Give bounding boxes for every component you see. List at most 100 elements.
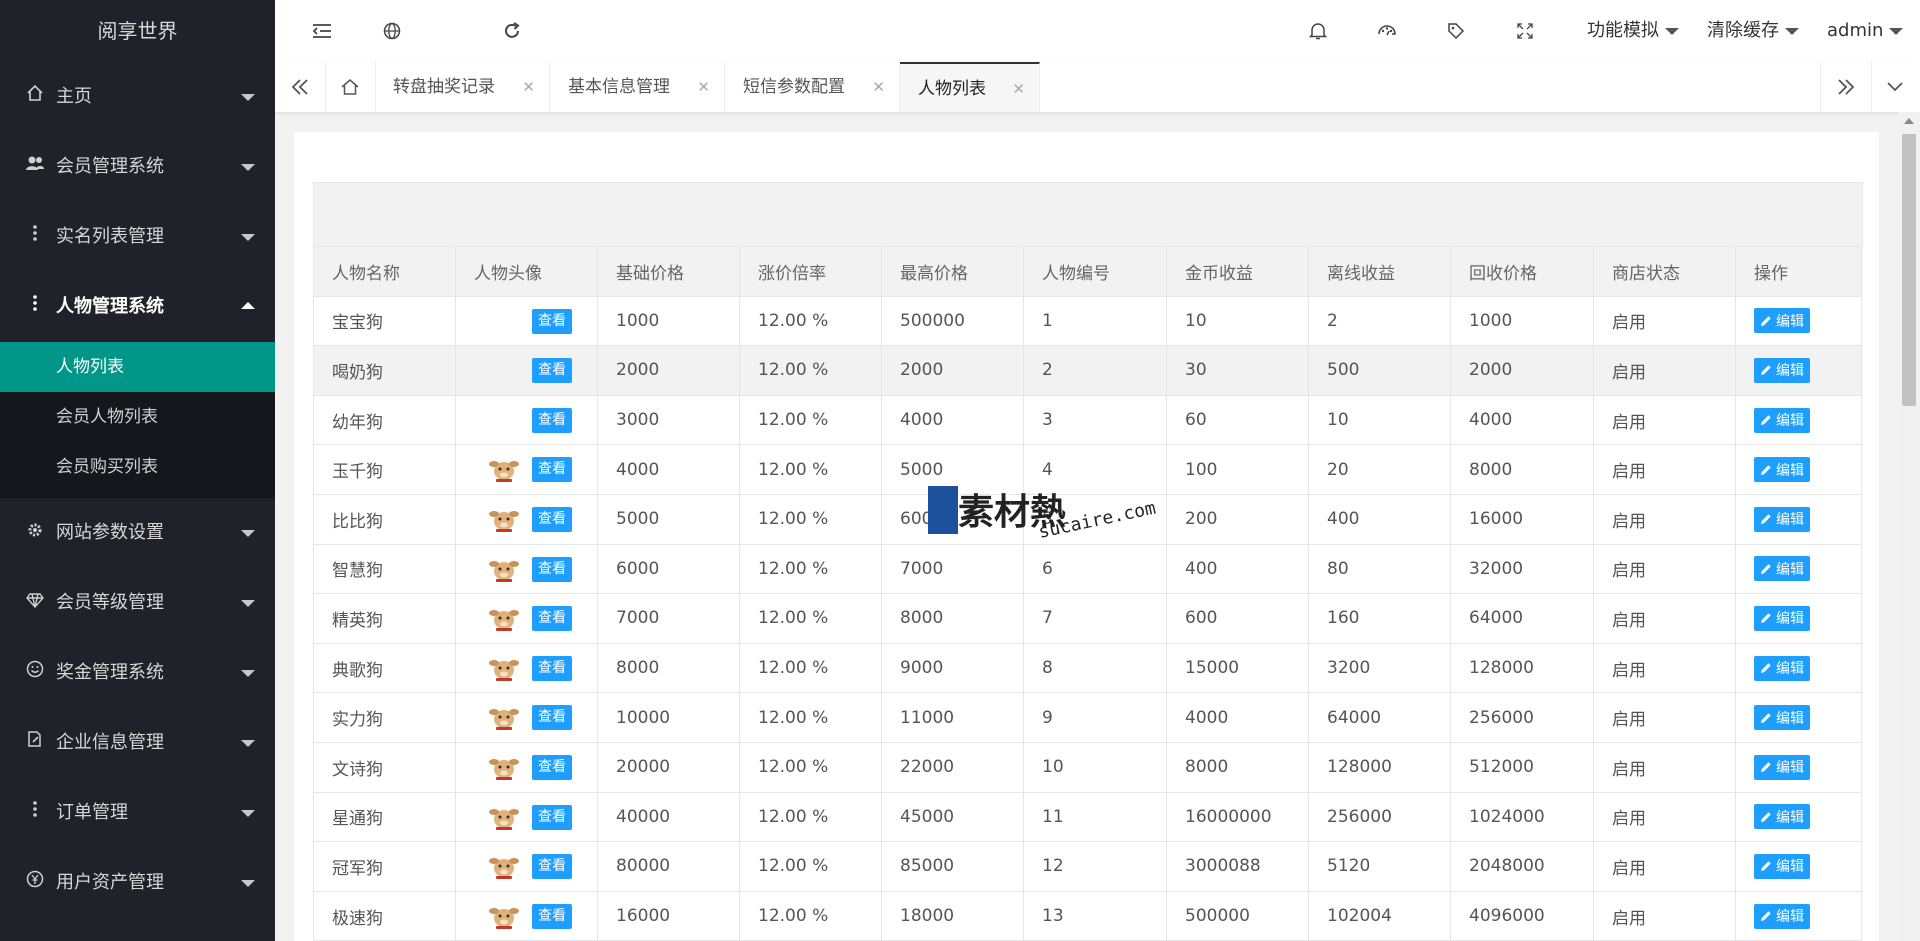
app-logo-title[interactable]: 阅享世界 <box>0 0 275 62</box>
close-icon[interactable]: ✕ <box>697 62 710 112</box>
column-header[interactable]: 回收价格 <box>1450 246 1594 297</box>
globe-icon[interactable] <box>379 18 405 44</box>
edit-button[interactable]: 编辑 <box>1754 853 1810 879</box>
tab-character-list[interactable]: 人物列表 ✕ <box>900 62 1040 112</box>
tab-basic-info[interactable]: 基本信息管理 ✕ <box>550 62 725 112</box>
edit-button[interactable]: 编辑 <box>1754 308 1810 334</box>
table-row[interactable]: 精英狗 查看 7000 12.00 % 8000 7 600 160 64000 启用 编辑 <box>313 593 1862 644</box>
table-cell-max: 8000 <box>881 593 1024 644</box>
view-avatar-button[interactable]: 查看 <box>532 705 572 731</box>
view-avatar-button[interactable]: 查看 <box>532 308 572 334</box>
sidebar-subitem-member-character-list[interactable]: 会员人物列表 <box>0 392 275 442</box>
table-cell-name: 实力狗 <box>313 692 456 743</box>
edit-button[interactable]: 编辑 <box>1754 655 1810 681</box>
tabs-menu-chevron-down-icon[interactable] <box>1870 62 1920 112</box>
column-header[interactable]: 最高价格 <box>881 246 1024 297</box>
column-header[interactable]: 离线收益 <box>1308 246 1451 297</box>
column-header[interactable]: 金币收益 <box>1166 246 1309 297</box>
column-header[interactable]: 操作 <box>1735 246 1862 297</box>
sidebar-item-orders[interactable]: 订单管理 <box>0 778 275 848</box>
sidebar-subitem-character-list[interactable]: 人物列表 <box>0 342 275 392</box>
table-row[interactable]: 智慧狗 查看 6000 12.00 % 7000 6 400 80 32000 启用 编辑 <box>313 543 1862 595</box>
close-icon[interactable]: ✕ <box>1012 64 1025 114</box>
scroll-up-arrow-icon[interactable] <box>1904 118 1914 124</box>
view-avatar-button[interactable]: 查看 <box>532 358 572 384</box>
table-cell-no: 6 <box>1023 543 1167 595</box>
close-icon[interactable]: ✕ <box>872 62 885 112</box>
column-header[interactable]: 人物编号 <box>1023 246 1167 297</box>
view-avatar-button[interactable]: 查看 <box>532 804 572 830</box>
table-cell-name: 玉千狗 <box>313 444 456 495</box>
sidebar-item-company-info[interactable]: 企业信息管理 <box>0 708 275 778</box>
table-row[interactable]: 文诗狗 查看 20000 12.00 % 22000 10 8000 128000 512000… <box>313 741 1862 793</box>
view-avatar-button[interactable]: 查看 <box>532 407 572 433</box>
tab-lottery-records[interactable]: 转盘抽奖记录 ✕ <box>375 62 550 112</box>
bell-icon[interactable] <box>1305 18 1331 44</box>
table-row[interactable]: 幼年狗 查看 3000 12.00 % 4000 3 60 10 4000 启用 编辑 <box>313 394 1862 446</box>
view-avatar-button[interactable]: 查看 <box>532 903 572 929</box>
sidebar-item-home[interactable]: 主页 <box>0 62 275 132</box>
table-row[interactable]: 喝奶狗 查看 2000 12.00 % 2000 2 30 500 2000 启用 编辑 <box>313 345 1862 396</box>
table-row[interactable]: 典歌狗 查看 8000 12.00 % 9000 8 15000 3200 128000 启用 编辑 <box>313 642 1862 694</box>
tabs-scroll-right-icon[interactable] <box>1820 62 1872 112</box>
character-avatar-image <box>489 808 519 830</box>
view-avatar-button[interactable]: 查看 <box>532 854 572 880</box>
clear-cache-menu[interactable]: 清除缓存 <box>1707 0 1799 62</box>
table-cell-status: 启用 <box>1593 692 1736 743</box>
edit-button[interactable]: 编辑 <box>1754 556 1810 582</box>
view-avatar-button[interactable]: 查看 <box>532 506 572 532</box>
table-row[interactable]: 实力狗 查看 10000 12.00 % 11000 9 4000 64000 256000 启用… <box>313 692 1862 743</box>
theme-palette-icon[interactable] <box>1374 18 1400 44</box>
scroll-thumb[interactable] <box>1902 134 1916 406</box>
tab-home-icon[interactable] <box>325 62 376 112</box>
column-header[interactable]: 商店状态 <box>1593 246 1736 297</box>
sidebar-item-character-system[interactable]: 人物管理系统 <box>0 272 275 342</box>
edit-button[interactable]: 编辑 <box>1754 754 1810 780</box>
column-header[interactable]: 人物头像 <box>455 246 598 297</box>
table-row[interactable]: 比比狗 查看 5000 12.00 % 6000 5 200 400 16000 启用 编辑 <box>313 493 1862 545</box>
sidebar-item-site-settings[interactable]: 网站参数设置 <box>0 498 275 568</box>
user-menu[interactable]: admin <box>1827 0 1904 62</box>
tab-sms-config[interactable]: 短信参数配置 ✕ <box>725 62 900 112</box>
view-avatar-button[interactable]: 查看 <box>532 655 572 681</box>
tabs-scroll-left-icon[interactable] <box>275 62 326 112</box>
table-row[interactable]: 星通狗 查看 40000 12.00 % 45000 11 16000000 256000 10… <box>313 791 1862 843</box>
edit-button[interactable]: 编辑 <box>1754 506 1810 532</box>
edit-button[interactable]: 编辑 <box>1754 457 1810 483</box>
sidebar-item-realname-list[interactable]: 实名列表管理 <box>0 202 275 272</box>
edit-button[interactable]: 编辑 <box>1754 804 1810 830</box>
sidebar-item-bonus-system[interactable]: 奖金管理系统 <box>0 638 275 708</box>
table-row[interactable]: 宝宝狗 查看 1000 12.00 % 500000 1 10 2 1000 启用 编辑 <box>313 295 1862 347</box>
tag-icon[interactable] <box>1443 18 1469 44</box>
fullscreen-icon[interactable] <box>1512 18 1538 44</box>
column-header[interactable]: 人物名称 <box>313 246 456 297</box>
close-icon[interactable]: ✕ <box>522 62 535 112</box>
sidebar-subitem-member-purchase-list[interactable]: 会员购买列表 <box>0 442 275 492</box>
view-avatar-button[interactable]: 查看 <box>532 457 572 483</box>
table-row[interactable]: 冠军狗 查看 80000 12.00 % 85000 12 3000088 5120 20480… <box>313 841 1862 892</box>
table-cell-no: 11 <box>1023 791 1167 843</box>
function-simulate-menu[interactable]: 功能模拟 <box>1587 0 1679 62</box>
menu-collapse-icon[interactable] <box>309 18 335 44</box>
view-avatar-button[interactable]: 查看 <box>532 606 572 632</box>
table-cell-name: 精英狗 <box>313 593 456 644</box>
column-header[interactable]: 涨价倍率 <box>739 246 882 297</box>
table-cell-max: 85000 <box>881 841 1024 892</box>
edit-button[interactable]: 编辑 <box>1754 357 1810 383</box>
edit-button[interactable]: 编辑 <box>1754 605 1810 631</box>
edit-button[interactable]: 编辑 <box>1754 903 1810 929</box>
refresh-icon[interactable] <box>499 18 525 44</box>
column-header[interactable]: 基础价格 <box>597 246 740 297</box>
view-avatar-button[interactable]: 查看 <box>532 556 572 582</box>
sidebar-item-member-level[interactable]: 会员等级管理 <box>0 568 275 638</box>
table-cell-name: 喝奶狗 <box>313 345 456 396</box>
sidebar-item-user-assets[interactable]: 用户资产管理 <box>0 848 275 918</box>
table-cell-rate: 12.00 % <box>739 741 882 793</box>
sidebar-item-member-system[interactable]: 会员管理系统 <box>0 132 275 202</box>
view-avatar-button[interactable]: 查看 <box>532 754 572 780</box>
edit-button[interactable]: 编辑 <box>1754 407 1810 433</box>
table-row[interactable]: 极速狗 查看 16000 12.00 % 18000 13 500000 102004 4096… <box>313 890 1862 941</box>
table-row[interactable]: 玉千狗 查看 4000 12.00 % 5000 4 100 20 8000 启用 编辑 <box>313 444 1862 495</box>
page-scrollbar[interactable] <box>1898 112 1920 941</box>
edit-button[interactable]: 编辑 <box>1754 705 1810 731</box>
